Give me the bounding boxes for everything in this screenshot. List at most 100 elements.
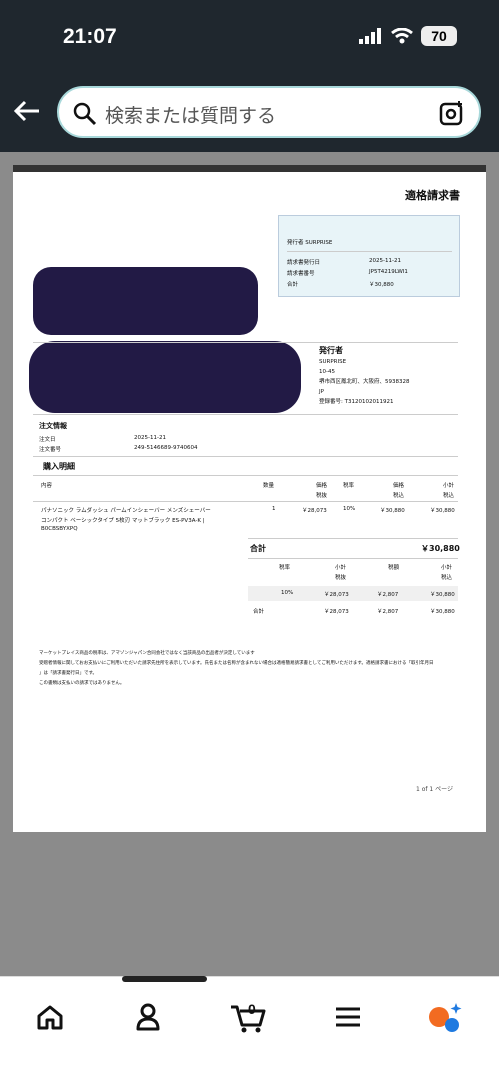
back-button[interactable] xyxy=(12,96,46,130)
tax-header-subtotal-sub: 税抜 xyxy=(335,575,347,581)
redaction-mark xyxy=(29,341,301,413)
tax-sum-subtotal: ￥28,073 xyxy=(324,609,349,615)
note-line: 」は「請求書発行日」です。 xyxy=(39,671,98,676)
menu-icon xyxy=(336,1007,360,1027)
issuer-line: 堺市西区鳳北町、大阪府、5938328 xyxy=(319,379,410,385)
header-price-sub: 税抜 xyxy=(316,493,328,499)
item-description: パナソニック ラムダッシュ パームインシェーバー メンズシェーバー xyxy=(41,508,211,514)
order-number-label: 注文番号 xyxy=(39,447,62,453)
svg-text:0: 0 xyxy=(248,1001,256,1017)
order-date: 2025-11-21 xyxy=(134,435,166,441)
status-time: 21:07 xyxy=(63,25,117,48)
total-value: ￥30,880 xyxy=(421,544,460,553)
item-price: ￥28,073 xyxy=(302,508,327,514)
item-subtotal: ￥30,880 xyxy=(430,508,455,514)
camera-icon[interactable] xyxy=(439,100,465,126)
note-line: 受贈者情報に関しておお支払いにご利用いただいた請求先住所を表示しています。氏名ま… xyxy=(39,661,434,666)
issuer-line: SURPRISE xyxy=(319,359,347,365)
issuer-block: 発行者 SURPRISE 10-45 堺市西区鳳北町、大阪府、5938328 J… xyxy=(319,345,410,407)
tax-sum-tax: ￥2,807 xyxy=(377,609,399,615)
note-line: マーケットプレイス商品の税率は、アマゾンジャパン合同会社ではなく当該商品の出品者… xyxy=(39,651,255,656)
tax-row-subtotal2: ￥30,880 xyxy=(430,592,455,598)
info-label-date: 請求書発行日 xyxy=(287,260,321,266)
header-price-incl: 価格 xyxy=(393,483,405,489)
divider xyxy=(33,475,458,476)
tax-row-tax: ￥2,807 xyxy=(377,592,399,598)
issuer-heading: 発行者 xyxy=(319,346,343,355)
page-count: 1 of 1 ページ xyxy=(416,786,454,793)
nav-rufus[interactable] xyxy=(426,999,462,1035)
info-value-date: 2025-11-21 xyxy=(369,258,401,264)
issuer-line: 登録番号: T3120102011921 xyxy=(319,399,394,405)
bottom-nav: 0 xyxy=(0,976,499,1081)
order-date-label: 注文日 xyxy=(39,437,56,443)
nav-menu[interactable] xyxy=(330,999,366,1035)
invoice-title: 適格請求書 xyxy=(405,189,460,202)
header-subtotal-sub: 税込 xyxy=(443,493,455,499)
nav-account[interactable] xyxy=(130,999,166,1035)
status-icons: 70 xyxy=(359,26,457,46)
drag-handle[interactable] xyxy=(122,976,207,982)
search-placeholder: 検索または質問する xyxy=(105,105,277,127)
header-tax-rate: 税率 xyxy=(343,483,355,489)
tax-row-subtotal: ￥28,073 xyxy=(324,592,349,598)
divider xyxy=(248,558,458,559)
tax-sum-subtotal2: ￥30,880 xyxy=(430,609,455,615)
tax-sum-label: 合計 xyxy=(253,609,265,615)
issuer-line: JP xyxy=(319,389,324,395)
tax-header-subtotal2-sub: 税込 xyxy=(441,575,453,581)
info-label-number: 請求書番号 xyxy=(287,271,315,277)
redaction-mark xyxy=(33,267,258,335)
tax-header-tax: 税額 xyxy=(388,565,400,571)
search-input[interactable]: 検索または質問する xyxy=(57,86,481,138)
item-price-incl: ￥30,880 xyxy=(380,508,405,514)
order-number: 249-5146689-9740604 xyxy=(134,445,198,451)
signal-icon xyxy=(359,28,381,44)
invoice-info-box: 発行者 SURPRISE 請求書発行日 2025-11-21 請求書番号 JP5… xyxy=(278,215,460,297)
header-content: 内容 xyxy=(41,483,53,489)
tax-header-subtotal: 小計 xyxy=(335,565,347,571)
info-value-number: JP5T4219LWI1 xyxy=(369,269,408,275)
divider xyxy=(33,501,458,502)
header-qty: 数量 xyxy=(263,483,275,489)
document-viewer[interactable]: 適格請求書 発行者 SURPRISE 請求書発行日 2025-11-21 請求書… xyxy=(0,152,499,976)
item-asin: B0CBSBYXPQ xyxy=(41,526,78,532)
arrow-left-icon xyxy=(13,100,39,122)
home-icon xyxy=(37,1005,63,1030)
tax-header-subtotal2: 小計 xyxy=(441,565,453,571)
tax-header-rate: 税率 xyxy=(279,565,291,571)
tax-row-bg xyxy=(248,586,458,601)
item-tax-rate: 10% xyxy=(343,506,356,512)
wifi-icon xyxy=(391,28,413,44)
divider xyxy=(33,456,458,457)
header-price: 価格 xyxy=(316,483,328,489)
order-info-title: 注文情報 xyxy=(39,422,67,430)
divider xyxy=(248,538,458,539)
rufus-icon xyxy=(429,1003,462,1032)
divider xyxy=(33,342,458,343)
cart-icon: 0 xyxy=(231,1001,266,1033)
issuer-line: 10-45 xyxy=(319,369,335,375)
nav-cart[interactable]: 0 xyxy=(228,999,266,1035)
header-price-incl-sub: 税込 xyxy=(393,493,405,499)
search-header: 検索または質問する xyxy=(0,80,499,152)
invoice-page: 適格請求書 発行者 SURPRISE 請求書発行日 2025-11-21 請求書… xyxy=(13,165,486,832)
nav-home[interactable] xyxy=(32,999,68,1035)
divider xyxy=(287,251,452,252)
tax-row-rate: 10% xyxy=(281,590,294,596)
page-top-border xyxy=(13,165,486,172)
divider xyxy=(33,414,458,415)
search-icon xyxy=(73,102,97,126)
info-value-total: ￥30,880 xyxy=(369,282,394,288)
item-description: コンパクト ベーシックタイプ 5枚刃 マットブラック ES-PV3A-K | xyxy=(41,518,205,524)
header-subtotal: 小計 xyxy=(443,483,455,489)
info-issuer: 発行者 SURPRISE xyxy=(287,240,333,246)
total-label: 合計 xyxy=(250,544,266,553)
battery-icon: 70 xyxy=(421,26,457,46)
note-line: この書類は支払いの請求ではありません。 xyxy=(39,681,125,686)
status-bar: 21:07 70 xyxy=(0,0,499,80)
info-label-total: 合計 xyxy=(287,282,299,288)
item-qty: 1 xyxy=(272,506,276,512)
person-icon xyxy=(136,1003,160,1031)
details-title: 購入明細 xyxy=(43,462,75,471)
